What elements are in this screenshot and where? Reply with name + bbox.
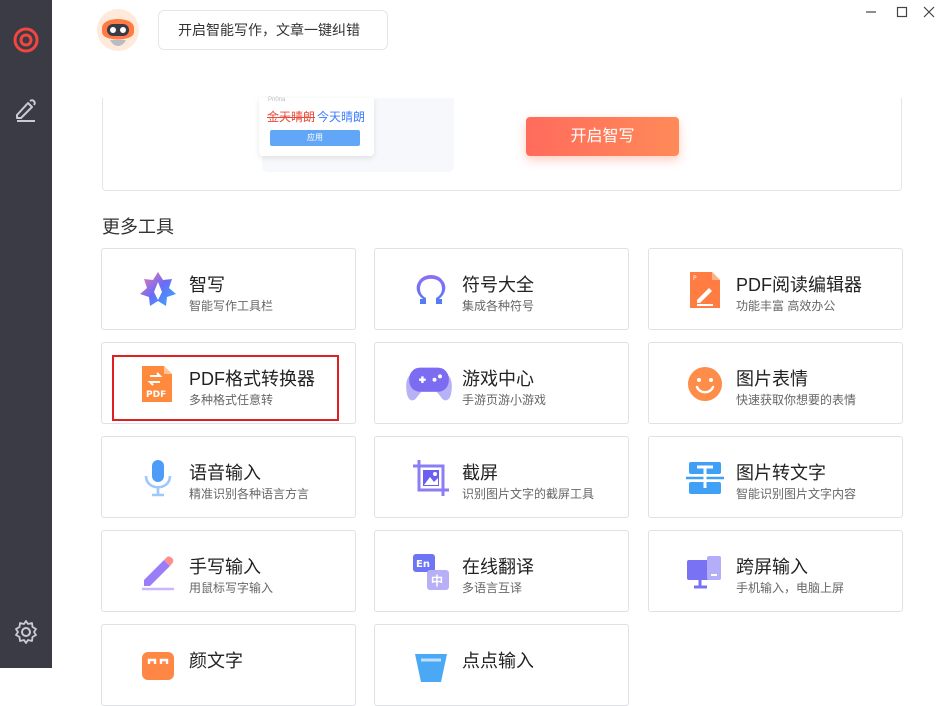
pen-icon [142,556,174,591]
tool-card-voice-input[interactable]: 语音输入 精准识别各种语言方言 [101,436,356,518]
section-title: 更多工具 [102,217,174,237]
maximize-button[interactable] [891,3,913,21]
tool-card-pdf-reader[interactable]: P PDF阅读编辑器 功能丰富 高效办公 [648,248,903,330]
tool-card-game-center[interactable]: 游戏中心 手游页游小游戏 [374,342,629,424]
preview-tag: Pn0na [268,97,286,103]
cross-screen-icon [687,556,721,589]
selection-highlight-box [112,355,339,421]
smiley-icon [688,367,722,401]
image-to-text-icon [686,462,724,494]
sidebar-write-button[interactable] [8,92,44,128]
robot-mascot-icon [97,9,139,51]
banner-preview-card [259,98,374,156]
tool-card-cross-screen[interactable]: 跨屏输入 手机输入，电脑上屏 [648,530,903,612]
tool-subtitle: 手游页游小游戏 [462,393,547,407]
smart-write-icon [140,272,176,306]
tool-card-image-to-text[interactable]: 图片转文字 智能识别图片文字内容 [648,436,903,518]
close-icon [923,6,935,18]
maximize-icon [896,6,908,18]
tool-title: 图片转文字 [736,463,826,483]
tool-title: 智写 [189,275,225,295]
gamepad-icon [406,367,452,401]
tool-subtitle: 功能丰富 高效办公 [736,299,836,313]
tool-subtitle: 快速获取你想要的表情 [736,393,857,407]
close-button[interactable] [922,3,936,21]
target-logo-icon [13,27,39,53]
svg-text:P: P [693,275,697,282]
tip-bubble: 开启智能写作，文章一键纠错 [158,10,388,50]
tool-subtitle: 多语言互译 [462,581,523,595]
tool-subtitle: 识别图片文字的截屏工具 [462,487,595,501]
tool-title: 语音输入 [189,463,261,483]
tool-card-dot-input[interactable]: 点点输入 [374,624,629,706]
preview-wrong-text: 金天晴朗 [267,110,316,124]
gear-icon [15,620,37,644]
tool-title: 跨屏输入 [736,557,808,577]
tool-subtitle: 用鼠标写字输入 [189,581,274,595]
tool-card-symbols[interactable]: 符号大全 集成各种符号 [374,248,629,330]
tool-title: 符号大全 [462,275,534,295]
preview-corrected-text: 今天晴朗 [317,110,366,124]
svg-text:En: En [416,559,430,570]
minimize-icon [866,11,876,13]
smart-write-banner [102,98,902,191]
screenshot-icon [413,460,449,496]
tool-title: 在线翻译 [462,557,534,577]
tool-title: 截屏 [462,463,498,483]
settings-button[interactable] [8,614,44,650]
left-sidebar [0,0,52,668]
tool-subtitle: 手机输入，电脑上屏 [736,581,845,595]
tool-subtitle: 智能识别图片文字内容 [736,487,857,501]
tool-card-handwriting[interactable]: 手写输入 用鼠标写字输入 [101,530,356,612]
tool-subtitle: 精准识别各种语言方言 [189,487,310,501]
microphone-icon [144,460,172,497]
omega-icon [416,275,446,304]
pen-icon [16,99,36,122]
tool-title: 图片表情 [736,369,808,389]
tool-title: 手写输入 [189,557,261,577]
pdf-edit-icon: P [690,272,720,308]
tool-title: 游戏中心 [462,369,534,389]
sidebar-home-button[interactable] [8,22,44,58]
tool-card-image-emoji[interactable]: 图片表情 快速获取你想要的表情 [648,342,903,424]
tool-title: PDF阅读编辑器 [736,275,862,295]
dot-input-icon [415,654,447,682]
kaomoji-icon [142,652,174,680]
translate-icon: En 中 [413,554,449,590]
tool-subtitle: 智能写作工具栏 [189,299,274,313]
tool-card-kaomoji[interactable]: 颜文字 [101,624,356,706]
tool-card-translate[interactable]: En 中 在线翻译 多语言互译 [374,530,629,612]
tool-title: 颜文字 [189,651,243,671]
start-smart-write-button[interactable]: 开启智写 [526,117,679,156]
minimize-button[interactable] [860,3,882,21]
svg-text:中: 中 [431,573,443,588]
tool-card-smart-write[interactable]: 智写 智能写作工具栏 [101,248,356,330]
tool-title: 点点输入 [462,651,534,671]
tool-subtitle: 集成各种符号 [462,299,535,313]
tool-card-screenshot[interactable]: 截屏 识别图片文字的截屏工具 [374,436,629,518]
mascot-avatar[interactable] [96,8,140,52]
preview-apply-button: 应用 [270,130,360,146]
